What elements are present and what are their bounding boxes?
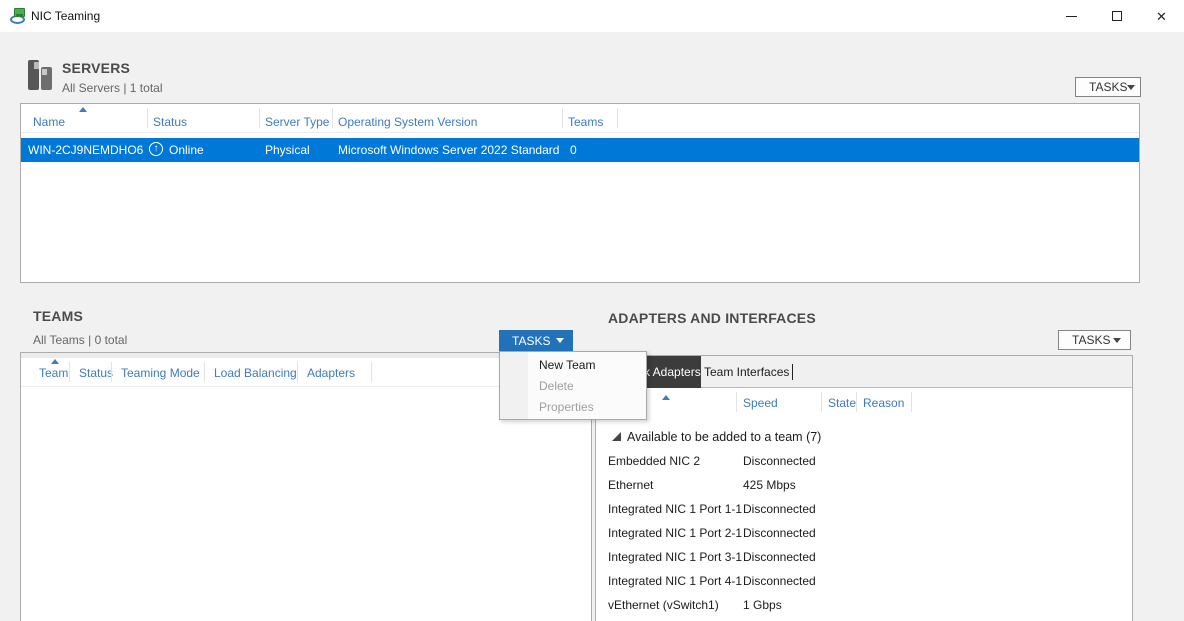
adapter-name: Ethernet (608, 473, 653, 497)
table-row-adapter[interactable]: Ethernet 425 Mbps (596, 473, 1132, 497)
adapter-group-header[interactable]: Available to be added to a team (7) (596, 425, 1132, 449)
column-header-adapters[interactable]: Adapters (307, 363, 355, 383)
adapter-name: Embedded NIC 2 (608, 449, 700, 473)
close-icon: ✕ (1156, 10, 1167, 23)
column-header-speed[interactable]: Speed (743, 393, 778, 413)
column-separator (111, 362, 112, 382)
adapter-speed: 425 Mbps (743, 473, 796, 497)
adapter-speed: Disconnected (743, 545, 816, 569)
menu-item-new-team[interactable]: New Team (500, 355, 646, 376)
nic-teaming-window: NIC Teaming ✕ SERVERS All Servers | 1 to… (0, 0, 1184, 621)
maximize-button[interactable] (1094, 0, 1139, 32)
teams-tasks-button[interactable]: TASKS (499, 330, 573, 351)
column-header-server-type[interactable]: Server Type (265, 112, 329, 132)
text-cursor (792, 364, 793, 380)
column-separator (821, 392, 822, 412)
teams-tasks-label: TASKS (499, 334, 550, 348)
adapters-tasks-label: TASKS (1059, 333, 1110, 347)
adapter-speed: Disconnected (743, 569, 816, 593)
adapter-speed: 1 Gbps (743, 593, 782, 617)
column-separator (259, 108, 260, 128)
adapter-speed: Disconnected (743, 449, 816, 473)
close-button[interactable]: ✕ (1139, 0, 1184, 32)
column-separator (911, 392, 912, 412)
up-arrow-circle-icon (149, 142, 163, 156)
column-header-team[interactable]: Team (39, 363, 68, 383)
server-os-cell: Microsoft Windows Server 2022 Standard (338, 138, 559, 162)
chevron-down-icon (556, 338, 564, 343)
adapter-speed: Disconnected (743, 521, 816, 545)
menu-item-delete: Delete (500, 376, 646, 397)
tab-team-interfaces[interactable]: Team Interfaces (701, 356, 789, 388)
table-row-adapter[interactable]: Integrated NIC 1 Port 4-1 Disconnected (596, 569, 1132, 593)
chevron-down-icon (1113, 338, 1121, 343)
servers-icon (28, 60, 54, 92)
adapter-speed: Disconnected (743, 497, 816, 521)
column-separator (371, 362, 372, 382)
column-header-os-version[interactable]: Operating System Version (338, 112, 477, 132)
table-row-adapter[interactable]: Integrated NIC 1 Port 1-1 Disconnected (596, 497, 1132, 521)
adapter-name: vEthernet (vSwitch1) (608, 593, 719, 617)
server-status-cell: Online (169, 138, 204, 162)
table-row-adapter[interactable]: Integrated NIC 1 Port 3-1 Disconnected (596, 545, 1132, 569)
servers-table: Name Status Server Type Operating System… (20, 103, 1140, 283)
servers-tasks-button[interactable]: TASKS (1075, 77, 1141, 97)
window-title: NIC Teaming (31, 0, 100, 32)
header-divider (21, 132, 1139, 133)
server-teams-cell: 0 (570, 138, 577, 162)
column-separator (562, 108, 563, 128)
adapter-name: Integrated NIC 1 Port 3-1 (608, 545, 742, 569)
servers-section-title: SERVERS (62, 60, 130, 76)
table-row-adapter[interactable]: Integrated NIC 1 Port 2-1 Disconnected (596, 521, 1132, 545)
column-separator (69, 362, 70, 382)
column-header-reason[interactable]: Reason (863, 393, 904, 413)
column-separator (736, 392, 737, 412)
group-expanded-icon (612, 432, 621, 441)
column-header-load-balancing[interactable]: Load Balancing (214, 363, 297, 383)
teams-tasks-menu: New Team Delete Properties (499, 351, 647, 420)
column-separator (332, 108, 333, 128)
tab-strip: Network Adapters Team Interfaces (596, 356, 1132, 388)
teams-section-subtitle: All Teams | 0 total (33, 333, 127, 347)
column-header-teams[interactable]: Teams (568, 112, 603, 132)
column-separator (617, 108, 618, 128)
group-label: Available to be added to a team (7) (627, 425, 821, 449)
nic-teaming-app-icon (10, 8, 29, 24)
adapter-name: Integrated NIC 1 Port 2-1 (608, 521, 742, 545)
servers-section-subtitle: All Servers | 1 total (62, 81, 163, 95)
adapters-section-title: ADAPTERS AND INTERFACES (608, 310, 816, 326)
adapter-name: Integrated NIC 1 Port 1-1 (608, 497, 742, 521)
table-row-adapter[interactable]: vEthernet (vSwitch1) 1 Gbps (596, 593, 1132, 617)
chevron-down-icon (1127, 85, 1135, 90)
maximize-icon (1112, 11, 1122, 21)
sort-ascending-icon (79, 107, 87, 112)
minimize-button[interactable] (1049, 0, 1094, 32)
sort-ascending-icon (662, 395, 670, 400)
table-row-server[interactable]: WIN-2CJ9NEMDHO6 Online Physical Microsof… (21, 138, 1139, 162)
server-name-cell: WIN-2CJ9NEMDHO6 (28, 138, 143, 162)
column-header-status[interactable]: Status (79, 363, 113, 383)
title-bar: NIC Teaming ✕ (0, 0, 1184, 32)
column-separator (856, 392, 857, 412)
window-controls: ✕ (1049, 0, 1184, 32)
column-header-state[interactable]: State (828, 393, 856, 413)
column-separator (147, 108, 148, 128)
adapters-panel: Network Adapters Team Interfaces Speed S… (595, 355, 1133, 621)
minimize-icon (1066, 16, 1077, 17)
column-header-status[interactable]: Status (153, 112, 187, 132)
column-header-name[interactable]: Name (33, 112, 65, 132)
column-header-teaming-mode[interactable]: Teaming Mode (121, 363, 200, 383)
column-separator (204, 362, 205, 382)
column-separator (297, 362, 298, 382)
table-row-adapter[interactable]: Embedded NIC 2 Disconnected (596, 449, 1132, 473)
teams-section-title: TEAMS (33, 308, 83, 324)
adapters-table-header: Speed State Reason (596, 388, 1132, 416)
adapter-name: Integrated NIC 1 Port 4-1 (608, 569, 742, 593)
adapters-tasks-button[interactable]: TASKS (1058, 330, 1131, 350)
servers-tasks-label: TASKS (1076, 80, 1127, 94)
menu-item-properties: Properties (500, 397, 646, 418)
server-type-cell: Physical (265, 138, 310, 162)
